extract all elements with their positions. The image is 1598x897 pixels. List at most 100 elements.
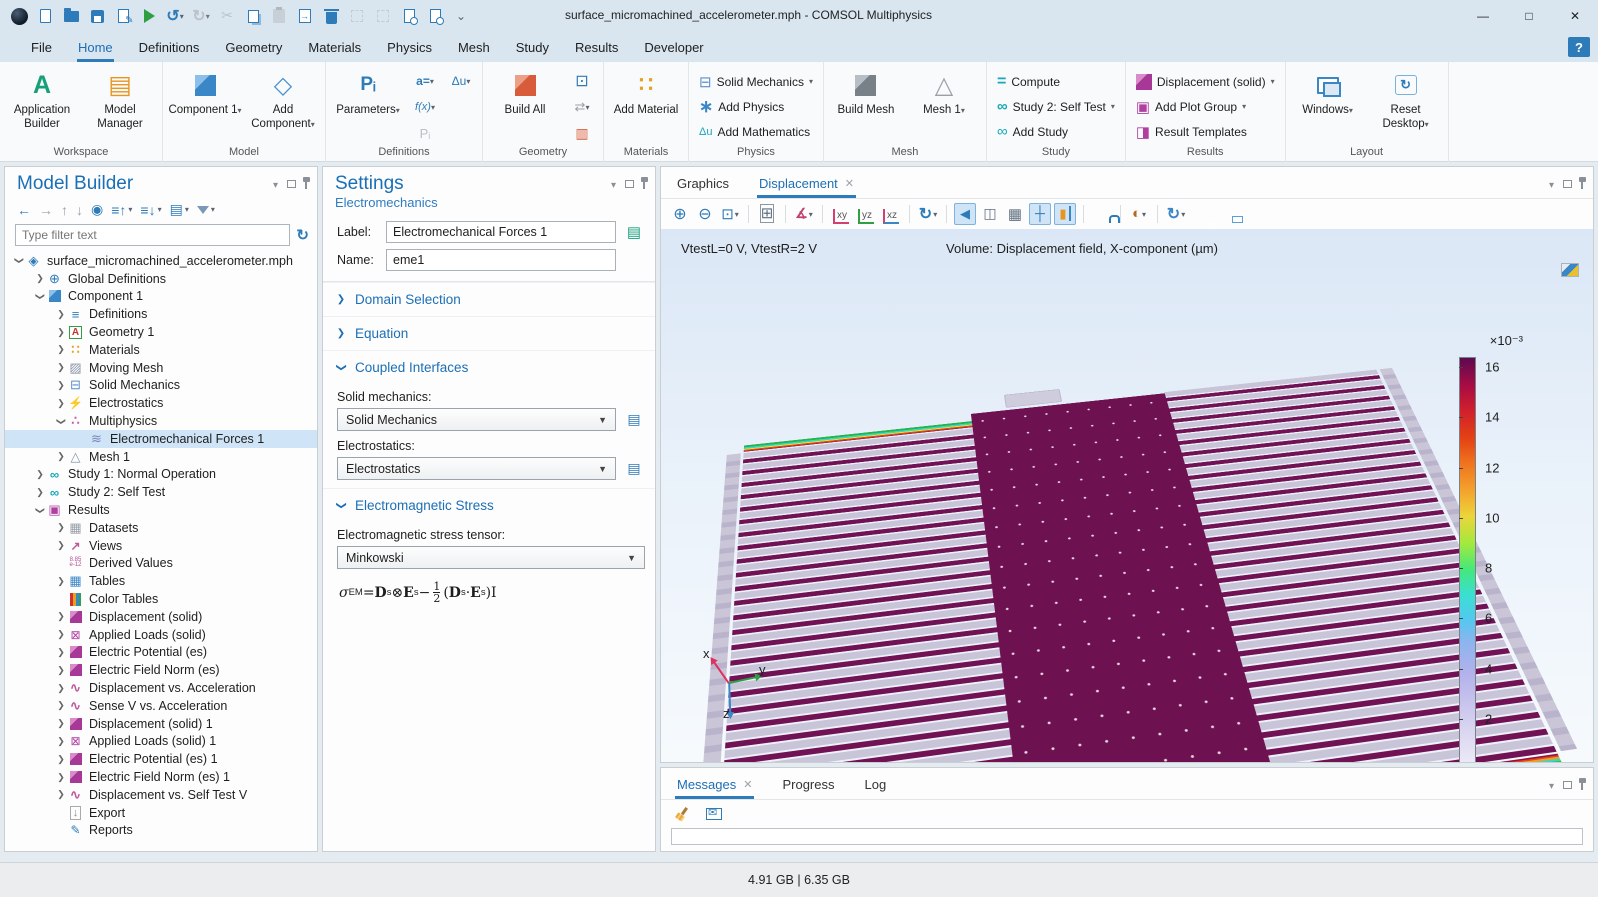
application-builder-button[interactable]: Application Builder: [4, 67, 80, 132]
expand-arrow-icon[interactable]: ❯: [55, 772, 67, 783]
expand-arrow-icon[interactable]: ❯: [55, 576, 67, 587]
email-log-icon[interactable]: [703, 803, 725, 825]
tree-item-definitions[interactable]: ❯Definitions: [5, 305, 317, 323]
update-plot-icon[interactable]: ▾: [1165, 203, 1187, 225]
save-icon[interactable]: [86, 4, 108, 28]
zoom-out-icon[interactable]: [694, 203, 716, 225]
component-1-button[interactable]: Component 1▾: [167, 67, 243, 117]
add-mathematics-button[interactable]: Add Mathematics: [693, 119, 819, 144]
expand-arrow-icon[interactable]: ❯: [55, 647, 67, 658]
tree-item-materials[interactable]: ❯Materials: [5, 341, 317, 359]
panel-menu-icon[interactable]: [1549, 175, 1554, 193]
scene-light-icon[interactable]: [954, 203, 976, 225]
menu-geometry[interactable]: Geometry: [212, 35, 295, 60]
compute-button[interactable]: Compute: [991, 69, 1121, 94]
tree-item-tables[interactable]: ❯Tables: [5, 572, 317, 590]
close-button[interactable]: ✕: [1552, 0, 1598, 32]
tree-item-component-1[interactable]: ❯Component 1: [5, 288, 317, 306]
plot-thumbnail-icon[interactable]: [1561, 263, 1579, 277]
float-panel-icon[interactable]: [287, 180, 296, 188]
float-panel-icon[interactable]: [1563, 180, 1572, 188]
paste-special-icon[interactable]: [372, 4, 394, 28]
close-tab-icon[interactable]: ✕: [743, 778, 752, 791]
qat-overflow-icon[interactable]: [450, 4, 472, 28]
default-view-icon[interactable]: ▾: [793, 203, 815, 225]
pin-icon[interactable]: [1581, 182, 1583, 189]
tree-item-solid-mechanics[interactable]: ❯Solid Mechanics: [5, 377, 317, 395]
tree-item-electric-potential-es[interactable]: ❯Electric Potential (es): [5, 644, 317, 662]
close-tab-icon[interactable]: ✕: [845, 177, 854, 190]
tree-item-derived-values[interactable]: Derived Values: [5, 555, 317, 573]
redo-icon[interactable]: ▾: [190, 4, 212, 28]
expand-arrow-icon[interactable]: ❯: [55, 540, 67, 551]
tree-item-applied-loads-solid-1[interactable]: ❯Applied Loads (solid) 1: [5, 733, 317, 751]
variables-icon[interactable]: ▾: [408, 69, 442, 93]
tree-filter-input[interactable]: [15, 224, 290, 246]
show-axis-orientation-icon[interactable]: [1029, 203, 1051, 225]
expand-arrow-icon[interactable]: ❯: [34, 487, 46, 498]
build-all-button[interactable]: Build All: [487, 67, 563, 117]
forward-icon[interactable]: →: [39, 202, 53, 218]
rotate-icon[interactable]: ▾: [917, 203, 939, 225]
label-field[interactable]: [386, 221, 616, 243]
tree-item-displacement-solid[interactable]: ❯Displacement (solid): [5, 608, 317, 626]
study-2-self-test-button[interactable]: Study 2: Self Test▾: [991, 94, 1121, 119]
tree-item-electric-potential-es-1[interactable]: ❯Electric Potential (es) 1: [5, 750, 317, 768]
displacement-solid-button[interactable]: Displacement (solid)▾: [1130, 69, 1281, 94]
maximize-button[interactable]: □: [1506, 0, 1552, 32]
float-panel-icon[interactable]: [625, 180, 634, 188]
section-electromagnetic-stress[interactable]: ❯ Electromagnetic Stress: [323, 488, 655, 522]
mesh-1-button[interactable]: Mesh 1▾: [906, 67, 982, 117]
solid-mechanics-button[interactable]: Solid Mechanics▾: [693, 69, 819, 94]
add-study-button[interactable]: Add Study: [991, 119, 1121, 144]
menu-mesh[interactable]: Mesh: [445, 35, 503, 60]
messages-content[interactable]: [671, 828, 1583, 845]
zoom-box-icon[interactable]: ▾: [719, 203, 741, 225]
expand-arrow-icon[interactable]: ❯: [55, 309, 67, 320]
expand-arrow-icon[interactable]: ❯: [56, 415, 67, 427]
pin-icon[interactable]: [305, 182, 307, 189]
expand-arrow-icon[interactable]: ❯: [34, 469, 46, 480]
delete-icon[interactable]: [320, 4, 342, 28]
expand-all-icon[interactable]: ≡↓▾: [140, 202, 161, 218]
virtual-operations-icon[interactable]: [565, 121, 599, 145]
windows-button[interactable]: Windows▾: [1290, 67, 1366, 117]
tree-item-electrostatics[interactable]: ❯Electrostatics: [5, 394, 317, 412]
snapshot-icon[interactable]: [1190, 203, 1212, 225]
show-grid-icon[interactable]: [1004, 203, 1026, 225]
expand-arrow-icon[interactable]: ❯: [55, 398, 67, 409]
stress-tensor-select[interactable]: Minkowski ▼: [337, 546, 645, 569]
copy-icon[interactable]: [242, 4, 264, 28]
tab-messages[interactable]: Messages✕: [675, 771, 754, 799]
open-file-icon[interactable]: [60, 4, 82, 28]
node-text-icon[interactable]: ▤▾: [170, 201, 189, 218]
tree-item-study-1-normal-operation[interactable]: ❯Study 1: Normal Operation: [5, 466, 317, 484]
expand-arrow-icon[interactable]: ❯: [55, 362, 67, 373]
expand-arrow-icon[interactable]: ❯: [55, 344, 67, 355]
tree-item-mesh-1[interactable]: ❯Mesh 1: [5, 448, 317, 466]
menu-file[interactable]: File: [18, 35, 65, 60]
section-domain-selection[interactable]: ❯ Domain Selection: [323, 282, 655, 316]
panel-menu-icon[interactable]: [1549, 776, 1554, 794]
find-icon[interactable]: [398, 4, 420, 28]
show-toggle-icon[interactable]: ◉: [91, 201, 103, 218]
float-panel-icon[interactable]: [1563, 781, 1572, 789]
functions-icon[interactable]: ▾: [408, 95, 442, 119]
view-xz-icon[interactable]: [880, 203, 902, 225]
print-icon[interactable]: [1215, 203, 1237, 225]
tree-item-color-tables[interactable]: Color Tables: [5, 590, 317, 608]
tree-item-multiphysics[interactable]: ❯Multiphysics: [5, 412, 317, 430]
expand-arrow-icon[interactable]: ❯: [34, 273, 46, 284]
paste-icon[interactable]: [268, 4, 290, 28]
menu-definitions[interactable]: Definitions: [126, 35, 213, 60]
duplicate-icon[interactable]: [294, 4, 316, 28]
tree-item-displacement-solid-1[interactable]: ❯Displacement (solid) 1: [5, 715, 317, 733]
lock-view-icon[interactable]: [1091, 203, 1113, 225]
tab-displacement[interactable]: Displacement✕: [757, 170, 856, 198]
reset-desktop-button[interactable]: Reset Desktop▾: [1368, 67, 1444, 132]
add-physics-button[interactable]: Add Physics: [693, 94, 819, 119]
expand-arrow-icon[interactable]: ❯: [55, 629, 67, 640]
environment-reflections-icon[interactable]: [979, 203, 1001, 225]
refresh-icon[interactable]: [296, 226, 309, 245]
tree-item-sense-v-vs-acceleration[interactable]: ❯Sense V vs. Acceleration: [5, 697, 317, 715]
